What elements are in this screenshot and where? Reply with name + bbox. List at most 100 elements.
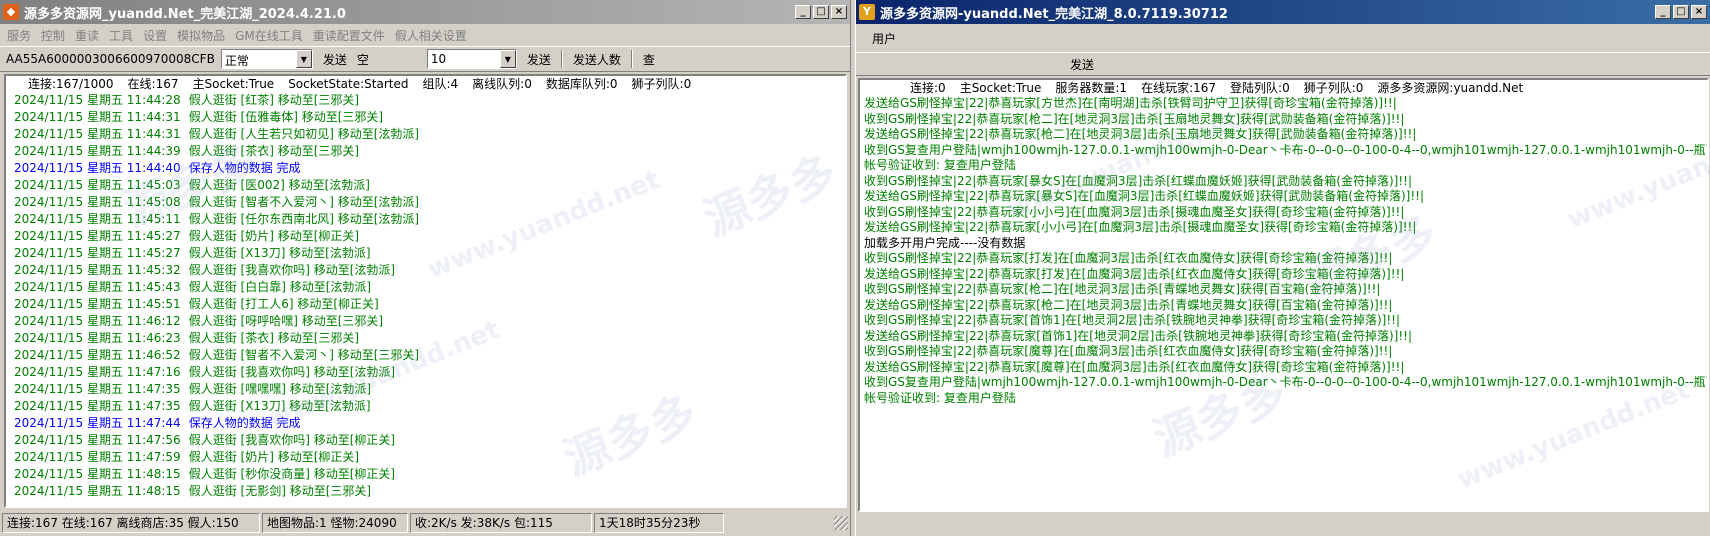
- log-message: 假人逛街 [无影剑] 移动至[三邪关]: [188, 484, 372, 498]
- log-line: 发送给GS刷怪掉宝|22|恭喜玩家[枪二]在[地灵洞3层]击杀[玉扇地灵舞女]获…: [864, 127, 1417, 141]
- log-message: 假人逛街 [秒你没商量] 移动至[柳正关]: [188, 467, 396, 481]
- log-timestamp: 2024/11/15 星期五 11:45:27: [14, 246, 181, 260]
- log-timestamp: 2024/11/15 星期五 11:45:27: [14, 229, 181, 243]
- count-select[interactable]: 10 ▼: [426, 49, 517, 69]
- send-count-button[interactable]: 发送人数: [569, 50, 625, 69]
- log-message: 假人逛街 [打工人6] 移动至[柳正关]: [188, 297, 379, 311]
- log-timestamp: 2024/11/15 星期五 11:44:40: [14, 161, 181, 175]
- menu-bot-settings[interactable]: 假人相关设置: [390, 27, 472, 44]
- log-line: 收到GS刷怪掉宝|22|恭喜玩家[枪二]在[地灵洞3层]击杀[青蝶地灵舞女]获得…: [864, 282, 1381, 296]
- log-line: 2024/11/15 星期五 11:44:39 假人逛街 [茶衣] 移动至[三邪关…: [6, 143, 845, 160]
- log-line: 2024/11/15 星期五 11:45:51 假人逛街 [打工人6] 移动至[柳…: [6, 296, 845, 313]
- log-line: 收到GS刷怪掉宝|22|恭喜玩家[首饰1]在[地灵洞2层]击杀[铁腕地灵神拳]获…: [864, 313, 1401, 327]
- mode-select[interactable]: 正常 ▼: [220, 49, 313, 69]
- menu-settings[interactable]: 设置: [138, 27, 172, 44]
- close-button[interactable]: ×: [831, 5, 847, 19]
- log-line: 2024/11/15 星期五 11:45:27 假人逛街 [奶片] 移动至[柳正关…: [6, 228, 845, 245]
- log-message: 假人逛街 [呀呼哈嘿] 移动至[三邪关]: [188, 314, 384, 328]
- log-line: 2024/11/15 星期五 11:45:08 假人逛街 [智者不入爱河丶] 移动…: [6, 194, 845, 211]
- menu-user[interactable]: 用户: [858, 30, 901, 47]
- log-timestamp: 2024/11/15 星期五 11:45:43: [14, 280, 181, 294]
- menu-reload-config[interactable]: 重读配置文件: [308, 27, 390, 44]
- log-timestamp: 2024/11/15 星期五 11:47:56: [14, 433, 181, 447]
- right-titlebar[interactable]: Y 源多多资源网-yuandd.Net_完美江湖_8.0.7119.30712 …: [856, 0, 1710, 24]
- log-line: 发送给GS刷怪掉宝|22|恭喜玩家[魔尊]在[血魔洞3层]击杀[红衣血魔侍女]获…: [864, 359, 1405, 374]
- send-button[interactable]: 发送: [1066, 55, 1098, 74]
- chevron-down-icon[interactable]: ▼: [499, 50, 516, 68]
- right-menubar: 用户: [856, 24, 1710, 52]
- log-line: 发送给GS刷怪掉宝|22|恭喜玩家[枪二]在[地灵洞3层]击杀[青蝶地灵舞女]获…: [864, 297, 1393, 312]
- maximize-button[interactable]: □: [813, 5, 829, 19]
- log-timestamp: 2024/11/15 星期五 11:48:15: [14, 484, 181, 498]
- log-line: 2024/11/15 星期五 11:47:16 假人逛街 [我喜欢你吗] 移动至[…: [6, 364, 845, 381]
- app-icon: ◆: [3, 4, 19, 20]
- menu-service[interactable]: 服务: [2, 27, 36, 44]
- login-stats: 连接:0 主Socket:True 服务器数量:1 在线玩家:167 登陆列队:…: [910, 81, 1524, 95]
- log-message: 假人逛街 [茶衣] 移动至[三邪关]: [188, 331, 360, 345]
- log-timestamp: 2024/11/15 星期五 11:44:28: [14, 93, 181, 107]
- menu-gm-tools[interactable]: GM在线工具: [230, 27, 308, 44]
- log-line: 收到GS刷怪掉宝|22|恭喜玩家[暴女S]在[血魔洞3层]击杀[红蝶血魔妖姬]获…: [864, 173, 1413, 188]
- minimize-button[interactable]: _: [795, 5, 811, 19]
- log-line: 2024/11/15 星期五 11:48:15 假人逛街 [秒你没商量] 移动至[…: [6, 466, 845, 483]
- log-message: 假人逛街 [任尔东西南北风] 移动至[泫勃派]: [188, 212, 420, 226]
- log-timestamp: 2024/11/15 星期五 11:46:23: [14, 331, 181, 345]
- log-line: 2024/11/15 星期五 11:47:56 假人逛街 [我喜欢你吗] 移动至[…: [6, 432, 845, 449]
- server-stats: 连接:167/1000 在线:167 主Socket:True SocketSt…: [28, 77, 692, 91]
- log-line: 2024/11/15 星期五 11:47:35 假人逛街 [X13刀] 移动至[泫…: [6, 398, 845, 415]
- log-message: 假人逛街 [茶衣] 移动至[三邪关]: [188, 144, 360, 158]
- log-line: 收到GS复查用户登陆|wmjh100wmjh-127.0.0.1-wmjh100…: [864, 375, 1709, 389]
- log-line: 收到GS刷怪掉宝|22|恭喜玩家[打发]在[血魔洞3层]击杀[红衣血魔侍女]获得…: [864, 251, 1393, 265]
- log-line: 2024/11/15 星期五 11:47:44 保存人物的数据 完成: [6, 415, 845, 432]
- log-timestamp: 2024/11/15 星期五 11:44:31: [14, 127, 181, 141]
- log-timestamp: 2024/11/15 星期五 11:45:03: [14, 178, 181, 192]
- log-line: 发送给GS刷怪掉宝|22|恭喜玩家[首饰1]在[地灵洞2层]击杀[铁腕地灵神拳]…: [864, 328, 1413, 343]
- app-icon: Y: [859, 4, 875, 20]
- log-message: 假人逛街 [X13刀] 移动至[泫勃派]: [188, 246, 371, 260]
- left-titlebar[interactable]: ◆ 源多多资源网_yuandd.Net_完美江湖_2024.4.21.0 _ □…: [0, 0, 850, 24]
- close-button[interactable]: ×: [1691, 5, 1707, 19]
- login-server-window: Y 源多多资源网-yuandd.Net_完美江湖_8.0.7119.30712 …: [855, 0, 1710, 536]
- log-line: 收到GS复查用户登陆|wmjh100wmjh-127.0.0.1-wmjh100…: [864, 142, 1709, 157]
- check-button[interactable]: 查: [639, 50, 659, 69]
- log-message: 假人逛街 [伍雅毒体] 移动至[三邪关]: [188, 110, 384, 124]
- left-menubar: 服务 控制 重读 工具 设置 模拟物品 GM在线工具 重读配置文件 假人相关设置: [0, 24, 850, 46]
- menu-tools[interactable]: 工具: [104, 27, 138, 44]
- log-message: 假人逛街 [X13刀] 移动至[泫勃派]: [188, 399, 371, 413]
- menu-sim-items[interactable]: 模拟物品: [172, 27, 230, 44]
- server-log[interactable]: 连接:167/1000 在线:167 主Socket:True SocketSt…: [4, 74, 847, 508]
- log-line: 收到GS刷怪掉宝|22|恭喜玩家[魔尊]在[血魔洞3层]击杀[红衣血魔侍女]获得…: [864, 344, 1393, 358]
- status-uptime: 1天18时35分23秒: [594, 513, 724, 533]
- packet-id-text: AA55A6000003006600970008CFB: [6, 52, 215, 66]
- status-connections: 连接:167 在线:167 离线商店:35 假人:150: [2, 513, 260, 533]
- left-toolbar: AA55A6000003006600970008CFB 正常 ▼ 发送 空 10…: [0, 46, 850, 72]
- log-line: 收到GS刷怪掉宝|22|恭喜玩家[小小弓]在[血魔洞3层]击杀[摄魂血魔圣女]获…: [864, 204, 1405, 219]
- send-button[interactable]: 发送: [319, 50, 351, 69]
- minimize-button[interactable]: _: [1655, 5, 1671, 19]
- log-line: 发送给GS刷怪掉宝|22|恭喜玩家[暴女S]在[血魔洞3层]击杀[红蝶血魔妖姬]…: [864, 189, 1425, 203]
- menu-reload[interactable]: 重读: [70, 27, 104, 44]
- log-line: 2024/11/15 星期五 11:45:27 假人逛街 [X13刀] 移动至[泫…: [6, 245, 845, 262]
- log-timestamp: 2024/11/15 星期五 11:46:12: [14, 314, 181, 328]
- log-timestamp: 2024/11/15 星期五 11:46:52: [14, 348, 181, 362]
- log-timestamp: 2024/11/15 星期五 11:47:59: [14, 450, 181, 464]
- resize-grip-icon[interactable]: [834, 516, 848, 530]
- log-message: 假人逛街 [我喜欢你吗] 移动至[泫勃派]: [188, 365, 396, 379]
- status-traffic: 收:2K/s 发:38K/s 包:115: [410, 513, 592, 533]
- login-log[interactable]: 连接:0 主Socket:True 服务器数量:1 在线玩家:167 登陆列队:…: [858, 78, 1709, 512]
- log-message: 假人逛街 [我喜欢你吗] 移动至[泫勃派]: [188, 263, 396, 277]
- send-button-2[interactable]: 发送: [523, 50, 555, 69]
- gs-server-window: ◆ 源多多资源网_yuandd.Net_完美江湖_2024.4.21.0 _ □…: [0, 0, 851, 536]
- log-timestamp: 2024/11/15 星期五 11:45:32: [14, 263, 181, 277]
- log-line: 2024/11/15 星期五 11:45:43 假人逛街 [白白靠] 移动至[泫勃…: [6, 279, 845, 296]
- chevron-down-icon[interactable]: ▼: [295, 50, 312, 68]
- log-message: 假人逛街 [智者不入爱河丶] 移动至[三邪关]: [188, 348, 420, 362]
- log-line: 2024/11/15 星期五 11:46:52 假人逛街 [智者不入爱河丶] 移动…: [6, 347, 845, 364]
- log-timestamp: 2024/11/15 星期五 11:47:44: [14, 416, 181, 430]
- menu-control[interactable]: 控制: [36, 27, 70, 44]
- log-message: 假人逛街 [人生若只如初见] 移动至[泫勃派]: [188, 127, 420, 141]
- maximize-button[interactable]: □: [1673, 5, 1689, 19]
- log-line: 帐号验证收到: 复查用户登陆: [864, 390, 1016, 405]
- log-line: 发送给GS刷怪掉宝|22|恭喜玩家[小小弓]在[血魔洞3层]击杀[摄魂血魔圣女]…: [864, 220, 1417, 234]
- log-line: 收到GS刷怪掉宝|22|恭喜玩家[枪二]在[地灵洞3层]击杀[玉扇地灵舞女]获得…: [864, 111, 1405, 126]
